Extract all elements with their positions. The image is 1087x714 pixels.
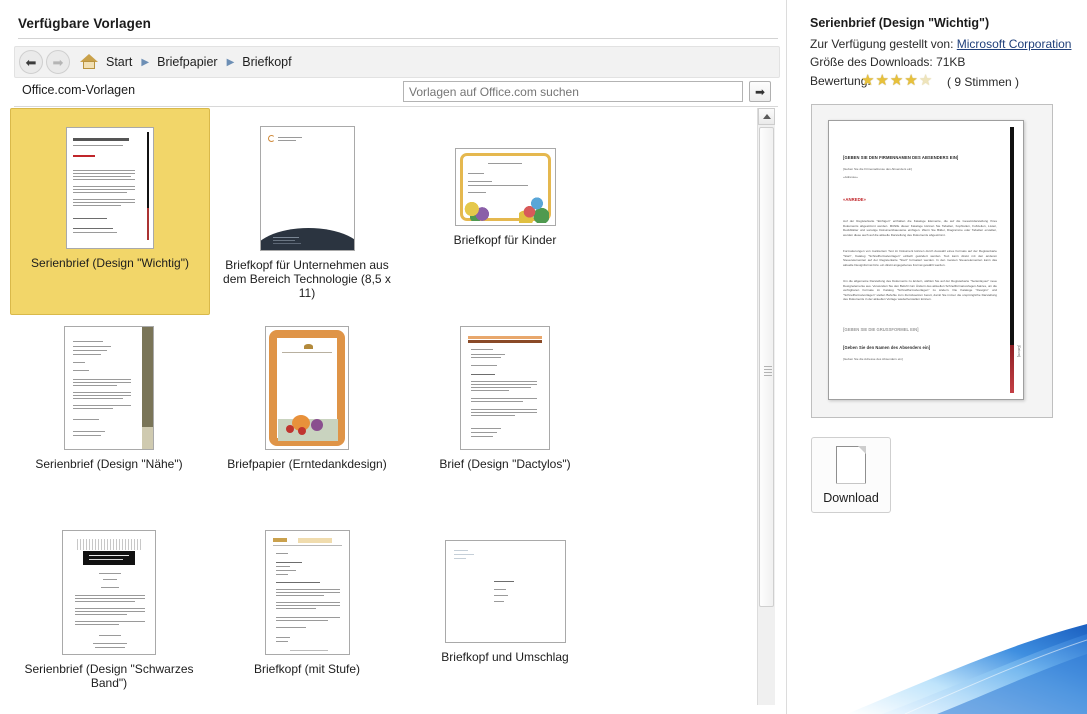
votes-count: ( 9 Stimmen ): [947, 75, 1019, 89]
preview-address-field: «Adresse»: [843, 175, 858, 179]
chevron-right-icon: ▶: [227, 57, 235, 68]
star-icon[interactable]: ★: [875, 73, 888, 88]
office-com-section-label: Office.com-Vorlagen: [22, 83, 135, 97]
download-label: Download: [823, 491, 879, 505]
gallery-scrollbar[interactable]: [757, 108, 775, 705]
template-tile-serienbrief-naehe[interactable]: Serienbrief (Design "Nähe"): [10, 314, 208, 514]
preview-company-name: [GEBEN SIE DEN FIRMENNAMEN DES ABSENDERS…: [843, 155, 958, 160]
download-button[interactable]: Download: [811, 437, 891, 513]
search-input[interactable]: [403, 81, 743, 102]
template-gallery: Serienbrief (Design "Wichtig") Briefkopf…: [10, 108, 762, 705]
preview-page: [GEBEN SIE DEN FIRMENNAMEN DES ABSENDERS…: [828, 120, 1024, 400]
back-button[interactable]: ⬅: [19, 50, 43, 74]
preview-company-address: [Geben Sie die Firmenadresse des Absende…: [843, 167, 912, 171]
template-label: Serienbrief (Design "Wichtig"): [17, 256, 203, 270]
template-tile-briefkopf-technologie[interactable]: Briefkopf für Unternehmen aus dem Bereic…: [208, 112, 406, 312]
template-tile-briefkopf-und-umschlag[interactable]: Briefkopf und Umschlag: [406, 520, 604, 705]
preview-salutation: «ANREDE»: [843, 197, 866, 202]
document-icon: [836, 446, 866, 484]
template-tile-serienbrief-schwarzes-band[interactable]: Serienbrief (Design "Schwarzes Band"): [10, 520, 208, 705]
template-tile-brief-dactylos[interactable]: Brief (Design "Dactylos"): [406, 314, 604, 514]
template-label: Briefkopf für Unternehmen aus dem Bereic…: [214, 258, 400, 300]
preview-sender-name: [Geben Sie den Namen des Absenders ein]: [843, 345, 930, 350]
template-label: Briefkopf für Kinder: [412, 233, 598, 247]
preview-sender-address: [Geben Sie die Adresse des Absenders ein…: [843, 357, 903, 361]
breadcrumb-item-briefpapier[interactable]: Briefpapier: [157, 55, 217, 69]
forward-button[interactable]: ➡: [46, 50, 70, 74]
template-tile-briefkopf-mit-stufe[interactable]: Briefkopf (mit Stufe): [208, 520, 406, 705]
download-size-label: Größe des Downloads:: [810, 55, 933, 69]
preview-date-sidebar: [Datum]: [1017, 345, 1021, 357]
available-templates-pane: Verfügbare Vorlagen ⬅ ➡ Start ▶ Briefpap…: [0, 0, 786, 714]
download-size-value: 71KB: [936, 55, 965, 69]
grip-lines-icon: [764, 366, 772, 375]
title-divider: [18, 38, 778, 39]
office-com-search-row: Office.com-Vorlagen ➡: [14, 80, 778, 106]
template-preview: [GEBEN SIE DEN FIRMENNAMEN DES ABSENDERS…: [811, 104, 1053, 418]
download-size-row: Größe des Downloads: 71KB: [810, 55, 965, 69]
home-icon[interactable]: [80, 54, 98, 70]
chevron-right-icon: ▶: [141, 57, 149, 68]
star-icon[interactable]: ★: [861, 73, 874, 88]
search-go-button[interactable]: ➡: [749, 81, 771, 102]
template-label: Briefkopf (mit Stufe): [214, 662, 400, 676]
breadcrumb: ⬅ ➡ Start ▶ Briefpapier ▶ Briefkopf: [14, 46, 780, 78]
preview-closing: [GEBEN SIE DIE GRUSSFORMEL EIN]: [843, 327, 919, 332]
star-icon[interactable]: ★: [904, 73, 917, 88]
template-label: Briefpapier (Erntedankdesign): [214, 457, 400, 471]
preview-paragraph-2: Formatierungen von markiertem Text im Do…: [843, 249, 997, 267]
template-label: Brief (Design "Dactylos"): [412, 457, 598, 471]
preview-paragraph-3: Um die allgemeine Darstellung des Dokume…: [843, 279, 997, 302]
template-tile-briefkopf-kinder[interactable]: Briefkopf für Kinder: [406, 112, 604, 312]
star-icon[interactable]: ★: [919, 73, 932, 88]
preview-paragraph-1: Auf der Registerkarte "Einfügen" enthalt…: [843, 219, 997, 237]
preview-black-bar: [1010, 127, 1014, 345]
provider-link[interactable]: Microsoft Corporation: [957, 37, 1072, 51]
provider-label: Zur Verfügung gestellt von:: [810, 37, 953, 51]
page-title: Verfügbare Vorlagen: [18, 16, 151, 31]
provider-row: Zur Verfügung gestellt von: Microsoft Co…: [810, 37, 1071, 51]
breadcrumb-item-briefkopf[interactable]: Briefkopf: [242, 55, 291, 69]
scroll-up-button[interactable]: [758, 108, 775, 125]
template-label: Serienbrief (Design "Nähe"): [16, 457, 202, 471]
breadcrumb-item-start[interactable]: Start: [106, 55, 132, 69]
template-label: Serienbrief (Design "Schwarzes Band"): [16, 662, 202, 690]
detail-title: Serienbrief (Design "Wichtig"): [810, 16, 989, 30]
star-rating[interactable]: ★ ★ ★ ★ ★: [861, 73, 932, 88]
template-tile-serienbrief-wichtig[interactable]: Serienbrief (Design "Wichtig"): [10, 108, 210, 315]
scrollbar-thumb[interactable]: [759, 127, 774, 607]
triangle-up-icon: [763, 114, 771, 119]
star-icon[interactable]: ★: [890, 73, 903, 88]
preview-red-bar: [1010, 345, 1014, 393]
section-divider: [14, 106, 778, 107]
template-tile-briefpapier-erntedank[interactable]: Briefpapier (Erntedankdesign): [208, 314, 406, 514]
template-label: Briefkopf und Umschlag: [412, 650, 598, 664]
